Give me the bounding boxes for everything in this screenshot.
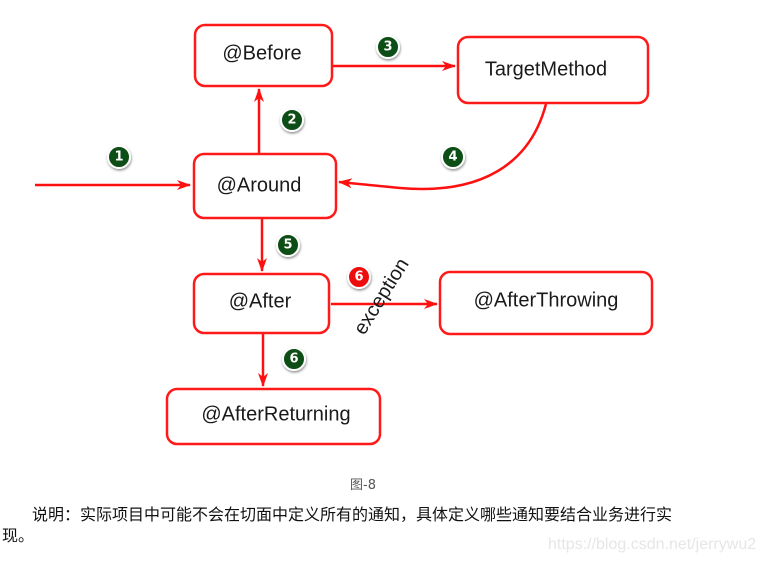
node-after-throwing-label: @AfterThrowing <box>474 289 619 311</box>
node-before-label: @Before <box>222 42 301 64</box>
node-after-returning: @AfterReturning <box>165 387 382 446</box>
edge-target-to-around <box>338 103 548 191</box>
step-badge-4: 4 <box>441 145 465 169</box>
watermark: https://blog.csdn.net/jerrywu2 <box>548 536 757 553</box>
node-before: @Before <box>193 23 334 88</box>
step-badge-4-number: 4 <box>448 150 457 165</box>
step-badge-6-returning: 6 <box>282 347 306 371</box>
step-badge-2-number: 2 <box>287 113 296 128</box>
step-badge-6-exception-number: 6 <box>354 270 363 285</box>
node-after-label: @After <box>229 290 292 312</box>
step-badge-5-number: 5 <box>283 238 292 253</box>
step-badge-6-returning-number: 6 <box>289 352 298 367</box>
step-badge-5: 5 <box>276 233 300 257</box>
step-badge-3: 3 <box>376 35 400 59</box>
step-badge-6-exception: 6 <box>347 265 371 289</box>
figure-caption: 图-8 <box>350 478 376 493</box>
node-target-method-label: TargetMethod <box>485 58 607 80</box>
node-after-returning-label: @AfterReturning <box>201 403 350 425</box>
node-around: @Around <box>192 152 338 220</box>
step-badge-3-number: 3 <box>383 40 392 55</box>
node-target-method: TargetMethod <box>456 35 650 105</box>
step-badge-1: 1 <box>107 145 131 169</box>
step-badge-2: 2 <box>280 108 304 132</box>
node-after-throwing: @AfterThrowing <box>438 270 654 336</box>
step-badge-1-number: 1 <box>114 150 123 165</box>
node-around-label: @Around <box>217 174 302 196</box>
aop-advice-flow-diagram: @Before TargetMethod @Around @After @Aft… <box>35 23 654 446</box>
node-after: @After <box>192 272 331 335</box>
